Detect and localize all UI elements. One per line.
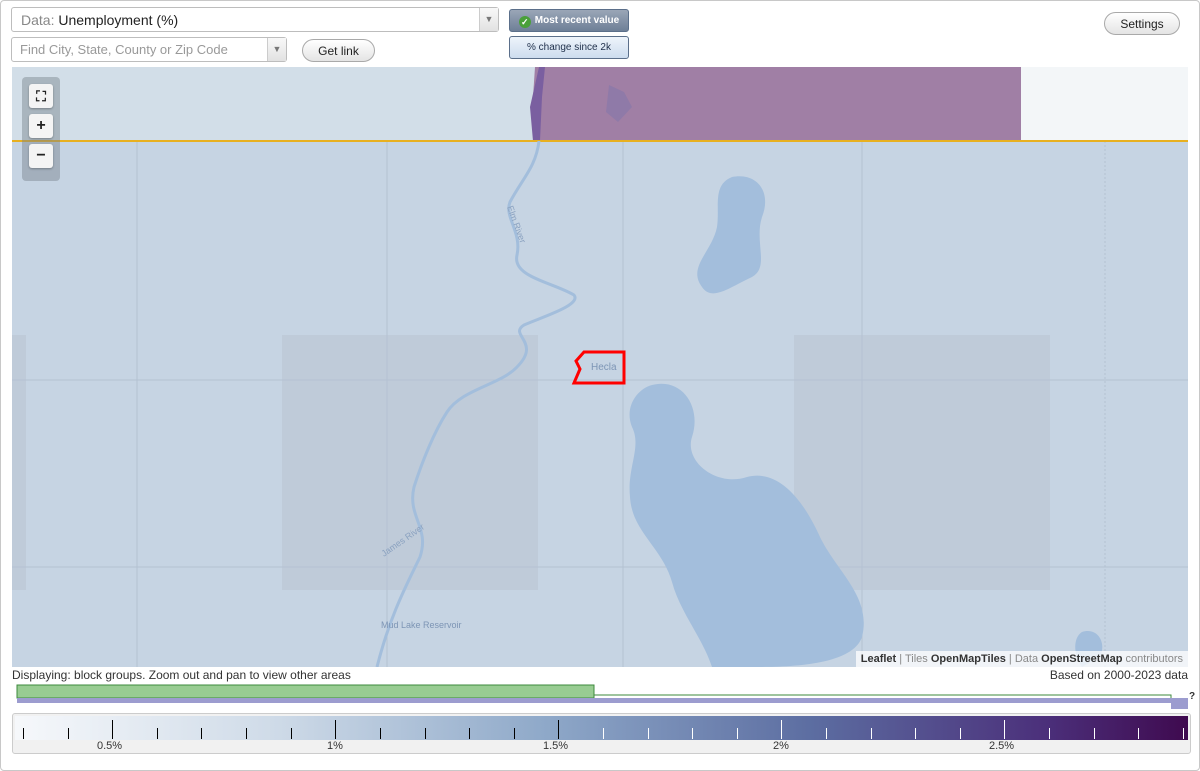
legend-label: 1% xyxy=(327,740,343,752)
get-link-button[interactable]: Get link xyxy=(302,39,375,62)
displaying-text: Displaying: block groups. Zoom out and p… xyxy=(12,668,351,682)
chevron-down-icon[interactable]: ▼ xyxy=(479,8,498,31)
legend-label: 2.5% xyxy=(989,740,1015,752)
timeline-green-bar xyxy=(16,684,595,699)
legend-tick xyxy=(1138,728,1139,739)
zoom-out-button[interactable]: − xyxy=(29,144,53,168)
legend-label: 0.5% xyxy=(97,740,123,752)
chevron-down-icon[interactable]: ▼ xyxy=(267,38,286,61)
river-label: Elm River xyxy=(505,204,528,244)
most-recent-value-toggle[interactable]: ✓ Most recent value xyxy=(509,9,629,32)
block-group-west xyxy=(282,335,538,590)
legend-tick xyxy=(514,728,515,739)
legend-tick xyxy=(960,728,961,739)
place-label: Hecla xyxy=(591,362,617,373)
legend-tick xyxy=(692,728,693,739)
data-select[interactable]: Data: Unemployment (%) ▼ xyxy=(11,7,499,32)
legend-tick xyxy=(737,728,738,739)
map-attribution: Leaflet | Tiles OpenMapTiles | Data Open… xyxy=(855,651,1188,667)
reservoir-label: Mud Lake Reservoir xyxy=(381,620,462,630)
based-on-text: Based on 2000-2023 data xyxy=(1049,668,1188,682)
map-view[interactable]: Hecla Elm River James River Mud Lake Res… xyxy=(12,67,1188,667)
legend-tick xyxy=(603,728,604,739)
color-legend: 0.5% 1% 1.5% 2% 2.5% xyxy=(12,713,1191,754)
legend-tick xyxy=(648,728,649,739)
map-canvas[interactable]: Hecla Elm River James River Mud Lake Res… xyxy=(12,67,1188,667)
tiles-prefix: Tiles xyxy=(904,653,928,665)
north-east-region xyxy=(1021,67,1188,141)
legend-tick xyxy=(1183,728,1184,739)
osm-link[interactable]: OpenStreetMap xyxy=(1041,653,1122,665)
legend-tick xyxy=(201,728,202,739)
legend-tick xyxy=(157,728,158,739)
legend-tick xyxy=(335,720,336,739)
data-select-prefix: Data: xyxy=(21,12,55,28)
tiles-link[interactable]: OpenMapTiles xyxy=(931,653,1006,665)
fullscreen-icon[interactable]: ⛶ xyxy=(29,84,53,108)
legend-label: 2% xyxy=(773,740,789,752)
most-recent-value-label: Most recent value xyxy=(534,15,620,26)
timeline-purple-bar xyxy=(17,698,1171,703)
contributors-text: contributors xyxy=(1125,653,1183,665)
legend-tick xyxy=(291,728,292,739)
legend-tick xyxy=(871,728,872,739)
block-group-east xyxy=(794,335,1050,590)
zoom-control: ⛶ + − xyxy=(22,77,60,181)
legend-tick xyxy=(380,728,381,739)
legend-tick xyxy=(826,728,827,739)
legend-tick xyxy=(469,728,470,739)
location-search[interactable]: ▼ xyxy=(11,37,287,62)
leaflet-link[interactable]: Leaflet xyxy=(861,653,896,665)
lake-north xyxy=(697,176,766,294)
legend-tick xyxy=(23,728,24,739)
block-group-edge xyxy=(12,335,26,590)
legend-tick xyxy=(425,728,426,739)
timeline-purple-end xyxy=(1171,698,1188,709)
data-select-value: Unemployment (%) xyxy=(58,12,179,28)
percent-change-toggle[interactable]: % change since 2k xyxy=(509,36,629,59)
data-timeline[interactable]: ? xyxy=(16,684,1196,712)
check-icon: ✓ xyxy=(518,16,531,28)
legend-label: 1.5% xyxy=(543,740,569,752)
legend-tick xyxy=(1094,728,1095,739)
legend-tick xyxy=(1049,728,1050,739)
legend-tick xyxy=(68,728,69,739)
zoom-in-button[interactable]: + xyxy=(29,114,53,138)
data-select-text: Data: Unemployment (%) xyxy=(21,12,178,28)
legend-tick xyxy=(1004,720,1005,739)
timeline-help-icon[interactable]: ? xyxy=(1189,691,1195,702)
legend-tick xyxy=(112,720,113,739)
purple-area xyxy=(533,67,1021,141)
legend-tick xyxy=(246,728,247,739)
legend-gradient xyxy=(15,716,1188,740)
data-prefix: Data xyxy=(1014,653,1039,665)
location-search-input[interactable] xyxy=(20,41,260,58)
legend-tick xyxy=(915,728,916,739)
settings-button[interactable]: Settings xyxy=(1104,12,1180,35)
legend-tick xyxy=(781,720,782,739)
legend-tick xyxy=(558,720,559,739)
